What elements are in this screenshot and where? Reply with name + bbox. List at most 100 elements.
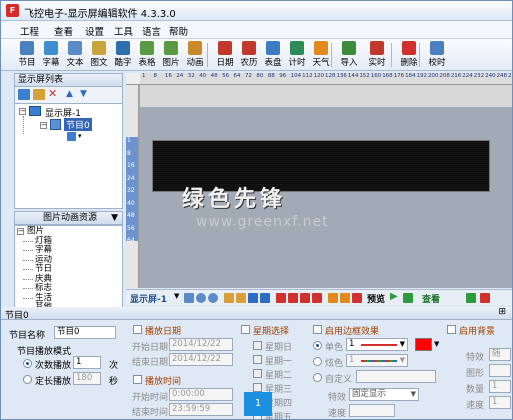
toolbar-button[interactable]: 动画 (183, 40, 207, 70)
menu-view[interactable]: 查看 (54, 24, 73, 38)
menu-tools[interactable]: 工具 (114, 24, 133, 38)
toolbar-button[interactable]: 导入 (337, 40, 361, 70)
play-time-checkbox[interactable] (133, 375, 142, 384)
custom-color-radio[interactable] (313, 373, 322, 382)
canvas-area[interactable]: 1 8 16 24 32 40 48 56 64 72 80 88 96 104 112 120 128 136 1… (126, 73, 512, 288)
view-icon[interactable] (466, 293, 476, 303)
stretch-horizontal-icon[interactable] (328, 293, 338, 303)
zoom-fit-icon[interactable] (184, 293, 194, 303)
weekday-checkbox[interactable] (253, 383, 262, 392)
add-screen-icon[interactable] (18, 89, 30, 100)
weekday-checkbox[interactable] (241, 325, 250, 334)
exit-view-icon[interactable] (480, 293, 490, 303)
cool-text-icon (116, 41, 130, 55)
dropdown-arrow-icon[interactable]: ▼ (174, 292, 179, 300)
fixed-play-radio[interactable] (23, 375, 32, 384)
toolbar-button[interactable]: 表盘 (261, 40, 285, 70)
dropdown-arrow-icon[interactable]: ▼ (400, 339, 405, 350)
zoom-in-icon[interactable] (196, 293, 206, 303)
toolbar-button[interactable]: 天气 (309, 40, 333, 70)
expand-arrow-icon[interactable]: ▾ (78, 132, 82, 140)
end-date-input[interactable]: 2014/12/22 (169, 353, 233, 366)
pin-icon[interactable]: ⊞ (498, 307, 506, 317)
weekday-checkbox[interactable] (253, 341, 262, 350)
dropdown-arrow-icon[interactable]: ▼ (400, 355, 405, 366)
view-label[interactable]: 查看 (422, 292, 440, 305)
menu-language[interactable]: 语言 (142, 24, 161, 38)
count-play-radio[interactable] (23, 359, 32, 368)
toolbar-button[interactable]: 图片 (159, 40, 183, 70)
effect-select[interactable]: 固定显示 ▼ (349, 388, 419, 401)
toolbar-button[interactable]: 校时 (425, 40, 449, 70)
align-top-icon[interactable] (300, 293, 310, 303)
bg-effect-select[interactable]: 随 (489, 348, 511, 361)
play-icon[interactable]: ▶ (390, 291, 398, 302)
preview-label[interactable]: 预览 (367, 292, 385, 305)
align-right-icon[interactable] (288, 293, 298, 303)
bg-count-input[interactable]: 1 (489, 380, 511, 393)
toolbar-button[interactable]: 字幕 (39, 40, 63, 70)
collapse-toggle-icon[interactable]: − (17, 228, 24, 235)
collapse-toggle-icon[interactable]: − (19, 108, 26, 115)
toolbar-button[interactable]: 农历 (237, 40, 261, 70)
move-left-icon[interactable] (224, 293, 234, 303)
page-badge[interactable]: 1 (244, 392, 272, 416)
single-color-radio[interactable] (313, 341, 322, 350)
toolbar-button[interactable]: 节目 (15, 40, 39, 70)
align-bottom-icon[interactable] (312, 293, 322, 303)
background-checkbox[interactable] (447, 325, 456, 334)
end-time-input[interactable]: 23:59:59 (169, 403, 233, 416)
canvas-screen-label[interactable]: 显示屏-1 (130, 292, 167, 305)
program-name-input[interactable]: 节目0 (54, 326, 116, 339)
menu-settings[interactable]: 设置 (85, 24, 104, 38)
screen-settings-icon[interactable] (33, 89, 45, 100)
color-swatch[interactable] (415, 338, 432, 351)
custom-pattern-field[interactable] (356, 370, 436, 383)
menu-project[interactable]: 工程 (20, 24, 39, 38)
toolbar-button-label: 校时 (428, 58, 446, 68)
delete-screen-icon[interactable]: ✕ (48, 88, 57, 100)
dropdown-arrow-icon[interactable]: ▼ (111, 212, 118, 224)
align-left-icon[interactable] (276, 293, 286, 303)
stop-icon[interactable] (403, 293, 413, 303)
move-right-icon[interactable] (236, 293, 246, 303)
toolbar-button[interactable]: 文本 (63, 40, 87, 70)
fixed-play-input[interactable]: 180 (73, 372, 101, 385)
flower-color-radio[interactable] (313, 357, 322, 366)
resource-label: 庆典 (35, 273, 53, 284)
border-effect-checkbox[interactable] (313, 325, 322, 334)
move-up-icon[interactable]: ▲ (66, 88, 73, 100)
collapse-toggle-icon[interactable]: − (40, 122, 47, 129)
ruler-tick-label: 160 (370, 73, 382, 79)
toolbar-button[interactable]: 计时 (285, 40, 309, 70)
play-date-checkbox[interactable] (133, 325, 142, 334)
fullscreen-icon[interactable] (352, 293, 362, 303)
single-color-select[interactable]: 1 ▼ (346, 338, 408, 351)
dropdown-arrow-icon[interactable]: ▼ (434, 340, 439, 348)
start-date-input[interactable]: 2014/12/22 (169, 338, 233, 351)
move-down-icon[interactable] (260, 293, 270, 303)
count-play-input[interactable]: 1 (73, 356, 101, 369)
clock-dial-icon (266, 41, 280, 55)
start-time-input[interactable]: 0:00:00 (169, 388, 233, 401)
toolbar-button[interactable]: 酷字 (111, 40, 135, 70)
weekday-checkbox[interactable] (253, 369, 262, 378)
move-down-icon[interactable]: ▼ (80, 88, 87, 100)
toolbar-button[interactable]: 日期 (213, 40, 237, 70)
bg-speed-input[interactable]: 1 (489, 396, 511, 409)
dropdown-arrow-icon[interactable]: ▼ (411, 389, 416, 400)
weekday-checkbox[interactable] (253, 355, 262, 364)
toolbar-button[interactable]: 表格 (135, 40, 159, 70)
tree-program-item[interactable]: 节目0 (64, 118, 92, 131)
toolbar-button[interactable]: 实时 (365, 40, 389, 70)
toolbar-button[interactable]: 图文 (87, 40, 111, 70)
move-up-icon[interactable] (248, 293, 258, 303)
toolbar-button[interactable]: 删除 (397, 40, 421, 70)
subtitle-node-icon[interactable] (67, 132, 76, 141)
flower-color-select[interactable]: 1 ▼ (346, 354, 408, 367)
speed-input[interactable] (349, 404, 395, 417)
stretch-vertical-icon[interactable] (340, 293, 350, 303)
bg-image-field[interactable] (489, 364, 511, 377)
zoom-out-icon[interactable] (208, 293, 218, 303)
menu-help[interactable]: 帮助 (169, 24, 188, 38)
